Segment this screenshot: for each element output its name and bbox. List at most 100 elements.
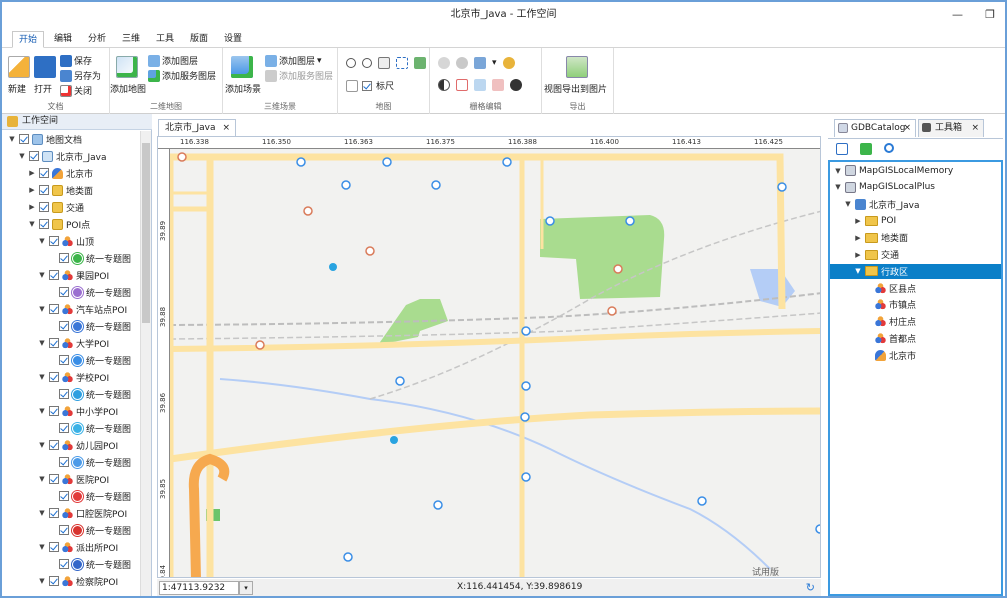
scale-dropdown-icon[interactable]: ▾ [239, 581, 253, 595]
tree-node[interactable]: ▼ 地图文档 [8, 132, 82, 146]
visibility-checkbox[interactable] [59, 355, 69, 365]
visibility-checkbox[interactable] [49, 338, 59, 348]
tab-layout[interactable]: 版面 [186, 31, 212, 48]
visibility-checkbox[interactable] [49, 474, 59, 484]
tree-node[interactable]: ▼ 学校POI [38, 370, 109, 384]
save-button[interactable]: 保存 [60, 54, 92, 67]
tree-node[interactable]: ▶ 地类面 [28, 183, 93, 197]
select-icon[interactable] [346, 79, 358, 92]
tree-node[interactable]: 统一专题图 [48, 523, 131, 537]
collapse-arrow-icon[interactable]: ▼ [8, 135, 16, 143]
visibility-checkbox[interactable] [49, 508, 59, 518]
visibility-checkbox[interactable] [59, 559, 69, 569]
add-layer-3d-button[interactable]: 添加图层 ▾ [265, 54, 322, 67]
layer-stack-icon[interactable] [510, 79, 522, 91]
expand-arrow-icon[interactable]: ▶ [854, 234, 862, 242]
add-layer-2d-button[interactable]: 添加图层 [148, 54, 198, 67]
collapse-arrow-icon[interactable]: ▼ [38, 373, 46, 381]
export-view-button[interactable]: 视图导出到图片 [544, 82, 607, 95]
visibility-checkbox[interactable] [49, 304, 59, 314]
tab-edit[interactable]: 编辑 [50, 31, 76, 48]
tree-node[interactable]: ▶ 北京市 [28, 166, 93, 180]
raster-query-icon[interactable] [438, 57, 450, 69]
tree-scrollbar[interactable] [140, 131, 151, 596]
full-extent-icon[interactable] [396, 57, 408, 69]
map-doc-tab[interactable]: 北京市_Java × [158, 119, 236, 136]
tab-analysis[interactable]: 分析 [84, 31, 110, 48]
histogram-icon[interactable] [474, 57, 486, 69]
scrollbar-thumb[interactable] [142, 143, 150, 323]
close-tab-icon[interactable]: × [903, 120, 911, 136]
tree-node[interactable]: ▼ 派出所POI [38, 540, 118, 554]
scale-toggle[interactable]: 标尺 [346, 79, 394, 92]
expand-arrow-icon[interactable]: ▶ [28, 203, 36, 211]
collapse-arrow-icon[interactable]: ▼ [38, 441, 46, 449]
add-service-layer-3d-button[interactable]: 添加服务图层 [265, 69, 333, 82]
tree-node[interactable]: 统一专题图 [48, 489, 131, 503]
tree-node[interactable]: ▼ 大学POI [38, 336, 109, 350]
collapse-arrow-icon[interactable]: ▼ [38, 577, 46, 585]
tree-node[interactable]: 统一专题图 [48, 353, 131, 367]
catalog-node[interactable]: ▶ POI [830, 213, 1001, 228]
visibility-checkbox[interactable] [39, 219, 49, 229]
catalog-node[interactable]: ▶ 交通 [830, 247, 1001, 262]
contrast-icon[interactable] [438, 79, 450, 91]
new-connection-icon[interactable] [836, 143, 848, 155]
collapse-arrow-icon[interactable]: ▼ [834, 183, 842, 191]
collapse-arrow-icon[interactable]: ▼ [834, 167, 842, 175]
visibility-checkbox[interactable] [59, 287, 69, 297]
expand-arrow-icon[interactable]: ▶ [28, 186, 36, 194]
close-button[interactable]: 关闭 [60, 84, 92, 97]
map-canvas[interactable]: 试用版 [170, 149, 821, 578]
tree-node[interactable]: ▼ 山顶 [38, 234, 94, 248]
visibility-checkbox[interactable] [49, 406, 59, 416]
tree-node[interactable]: ▼ 口腔医院POI [38, 506, 127, 520]
tree-node[interactable]: 统一专题图 [48, 557, 131, 571]
tree-node[interactable]: ▼ 医院POI [38, 472, 109, 486]
visibility-checkbox[interactable] [49, 576, 59, 586]
zoom-in-icon[interactable] [346, 58, 356, 68]
palette-icon[interactable] [502, 57, 515, 69]
refresh-icon[interactable]: ↻ [806, 581, 815, 594]
tree-node[interactable]: ▼ 汽车站点POI [38, 302, 127, 316]
visibility-checkbox[interactable] [49, 440, 59, 450]
visibility-checkbox[interactable] [49, 270, 59, 280]
tree-node[interactable]: ▼ 北京市_Java [18, 149, 107, 163]
restore-button[interactable]: ❐ [985, 2, 995, 28]
visibility-checkbox[interactable] [39, 202, 49, 212]
catalog-node[interactable]: 区县点 [830, 281, 1001, 296]
expand-arrow-icon[interactable]: ▶ [28, 169, 36, 177]
visibility-checkbox[interactable] [59, 253, 69, 263]
visibility-checkbox[interactable] [59, 423, 69, 433]
visibility-checkbox[interactable] [39, 185, 49, 195]
refresh-catalog-icon[interactable] [884, 143, 894, 153]
collapse-arrow-icon[interactable]: ▼ [38, 237, 46, 245]
visibility-checkbox[interactable] [59, 321, 69, 331]
scale-checkbox[interactable] [362, 80, 372, 91]
pan-hand-icon[interactable] [378, 57, 390, 69]
add-service-layer-2d-button[interactable]: 添加服务图层 [148, 69, 216, 82]
collapse-arrow-icon[interactable]: ▼ [38, 475, 46, 483]
collapse-arrow-icon[interactable]: ▼ [38, 305, 46, 313]
catalog-node[interactable]: ▼ MapGISLocalMemory [830, 163, 1001, 178]
collapse-arrow-icon[interactable]: ▼ [18, 152, 26, 160]
visibility-checkbox[interactable] [49, 542, 59, 552]
tree-node[interactable]: ▼ 检察院POI [38, 574, 118, 588]
close-tab-icon[interactable]: × [222, 120, 230, 136]
visibility-checkbox[interactable] [39, 168, 49, 178]
tree-node[interactable]: ▼ 幼儿园POI [38, 438, 118, 452]
open-button[interactable]: 打开 [34, 82, 52, 95]
zoom-out-icon[interactable] [362, 58, 372, 68]
collapse-arrow-icon[interactable]: ▼ [38, 339, 46, 347]
catalog-node[interactable]: ▼ MapGISLocalPlus [830, 180, 1001, 195]
visibility-checkbox[interactable] [59, 389, 69, 399]
new-button[interactable]: 新建 [8, 82, 26, 95]
collapse-arrow-icon[interactable]: ▼ [28, 220, 36, 228]
refresh-map-icon[interactable] [414, 57, 426, 69]
tab-tools[interactable]: 工具 [152, 31, 178, 48]
image-icon[interactable] [474, 79, 486, 91]
tree-node[interactable]: 统一专题图 [48, 387, 131, 401]
catalog-node[interactable]: 首都点 [830, 331, 1001, 346]
visibility-checkbox[interactable] [59, 525, 69, 535]
collapse-arrow-icon[interactable]: ▼ [38, 543, 46, 551]
